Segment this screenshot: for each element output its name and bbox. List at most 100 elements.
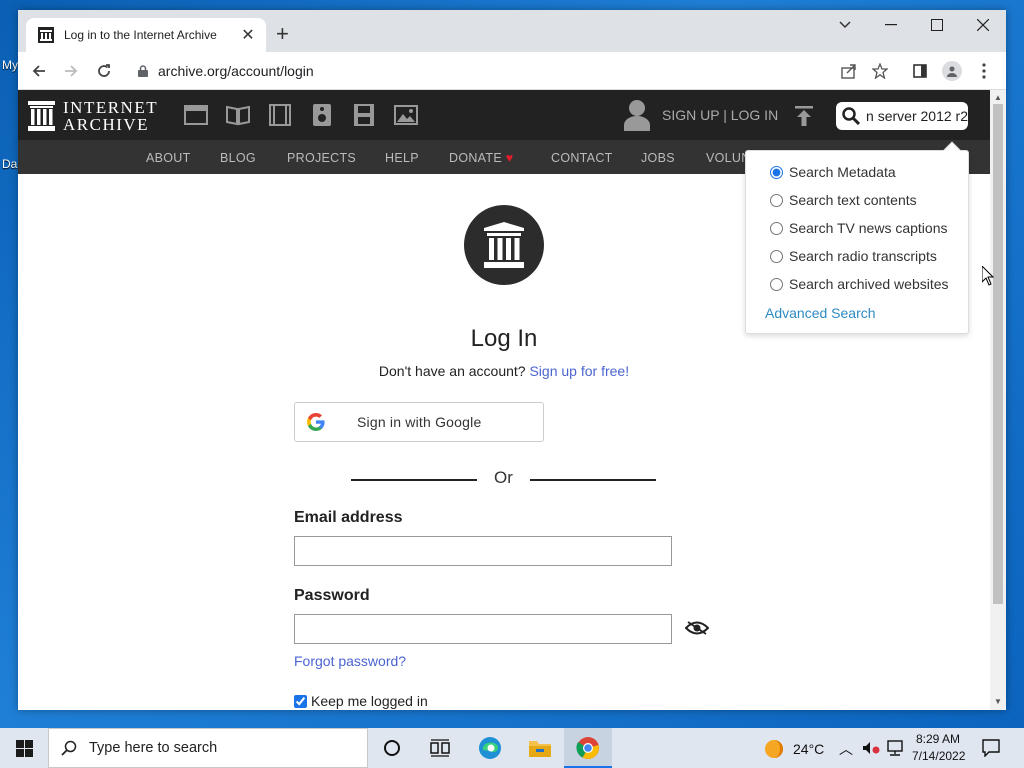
google-signin-label: Sign in with Google [357,414,482,430]
page-scrollbar[interactable]: ▲ ▼ [990,90,1006,710]
radio-text[interactable] [770,193,783,207]
internet-archive-favicon-icon [38,27,54,43]
cortana-icon[interactable] [380,736,404,760]
nav-about[interactable]: ABOUT [146,151,191,165]
video-film-icon[interactable] [268,104,292,126]
minimize-button[interactable] [868,10,914,40]
search-option-tv[interactable]: Search TV news captions [770,220,948,236]
notifications-icon[interactable] [982,739,1000,757]
signup-prompt: Don't have an account? Sign up for free! [18,363,990,379]
google-signin-button[interactable]: Sign in with Google [294,402,544,442]
search-option-websites[interactable]: Search archived websites [770,276,949,292]
show-password-eye-icon[interactable] [685,620,709,636]
scroll-up-icon[interactable]: ▲ [994,93,1002,102]
nav-projects[interactable]: PROJECTS [287,151,356,165]
windows-logo-icon [15,739,33,757]
close-window-button[interactable] [960,10,1006,40]
file-explorer-icon[interactable] [528,736,552,760]
no-account-text: Don't have an account? [378,363,526,379]
show-hidden-icons-chevron-icon[interactable]: ︿ [839,739,853,759]
web-icon[interactable] [184,104,208,126]
browser-tab[interactable]: Log in to the Internet Archive ✕ [26,18,266,52]
audio-speaker-icon[interactable] [310,104,334,126]
lock-icon[interactable] [138,65,148,77]
weather-sun-icon[interactable] [763,738,785,760]
radio-radio[interactable] [770,249,783,263]
logo-line2: ARCHIVE [63,115,150,134]
network-icon[interactable] [886,740,904,756]
keep-logged-in[interactable]: Keep me logged in [294,693,428,709]
clock-time[interactable]: 8:29 AM [916,732,960,746]
desktop-icon-fragment[interactable]: My [2,58,18,72]
heart-icon: ♥ [505,151,514,165]
nav-jobs[interactable]: JOBS [641,151,675,165]
keep-logged-in-label: Keep me logged in [311,693,428,709]
start-button[interactable] [0,728,48,768]
password-field[interactable] [294,614,672,644]
ia-login-logo [464,205,544,285]
nav-help[interactable]: HELP [385,151,419,165]
share-icon[interactable] [838,60,860,82]
option-label: Search radio transcripts [789,248,937,264]
task-view-icon[interactable] [428,736,452,760]
tab-strip: Log in to the Internet Archive ✕ + [18,10,1006,52]
desktop-icon-fragment[interactable]: Da [2,157,17,171]
search-option-metadata[interactable]: Search Metadata [770,164,896,180]
ia-search-input[interactable]: n server 2012 r2 [836,102,968,130]
reload-icon[interactable] [93,60,115,82]
images-icon[interactable] [394,104,418,126]
mouse-cursor-icon [982,266,994,286]
new-tab-button[interactable]: + [276,23,289,45]
forgot-password-link[interactable]: Forgot password? [294,653,406,669]
email-field[interactable] [294,536,672,566]
texts-book-icon[interactable] [226,104,250,126]
divider-right [530,479,656,481]
back-arrow-icon[interactable] [28,60,50,82]
advanced-search-link[interactable]: Advanced Search [765,305,876,321]
taskbar-search-box[interactable]: Type here to search [48,728,368,768]
chrome-taskbar-button[interactable] [564,728,612,768]
password-label: Password [294,587,370,604]
close-tab-icon[interactable]: ✕ [240,25,256,45]
nav-donate-label: DONATE [449,151,502,165]
scroll-thumb[interactable] [993,104,1003,604]
bookmark-star-icon[interactable] [869,60,891,82]
nav-donate[interactable]: DONATE ♥ [449,151,513,165]
search-option-radio[interactable]: Search radio transcripts [770,248,937,264]
maximize-button[interactable] [914,10,960,40]
scroll-down-icon[interactable]: ▼ [994,697,1002,706]
archive-building-icon [28,101,55,131]
address-bar[interactable]: archive.org/account/login [130,57,830,85]
google-g-icon [307,413,325,431]
keep-logged-in-checkbox[interactable] [294,694,307,708]
weather-temperature[interactable]: 24°C [793,741,824,757]
taskbar-search-placeholder: Type here to search [89,740,218,756]
volume-muted-icon[interactable] [862,741,880,755]
software-floppy-icon[interactable] [352,104,376,126]
nav-contact[interactable]: CONTACT [551,151,613,165]
user-avatar-icon[interactable] [622,99,652,131]
signup-link[interactable]: Sign up for free! [529,363,629,379]
logo-line1: INTERNET [63,98,159,117]
nav-blog[interactable]: BLOG [220,151,256,165]
url-text: archive.org/account/login [158,63,314,79]
search-options-dropdown: Search Metadata Search text contents Sea… [745,141,969,334]
nav-volunteer[interactable]: VOLUN [706,151,751,165]
search-icon [61,740,77,756]
profile-avatar-icon[interactable] [941,60,963,82]
search-query-text[interactable]: n server 2012 r2 [866,108,968,124]
more-menu-icon[interactable] [973,60,995,82]
radio-websites[interactable] [770,277,783,291]
side-panel-icon[interactable] [909,60,931,82]
tab-search-chevron-icon[interactable] [822,10,868,40]
ia-logo[interactable]: INTERNET ARCHIVE [28,99,158,133]
radio-metadata[interactable] [770,165,783,179]
forward-arrow-icon[interactable] [60,60,82,82]
clock-date[interactable]: 7/14/2022 [912,749,965,763]
search-option-text[interactable]: Search text contents [770,192,917,208]
signup-login-link[interactable]: SIGN UP | LOG IN [662,107,778,123]
radio-tv[interactable] [770,221,783,235]
edge-browser-icon[interactable] [478,736,502,760]
upload-icon[interactable] [794,106,814,126]
search-icon[interactable] [842,107,860,125]
